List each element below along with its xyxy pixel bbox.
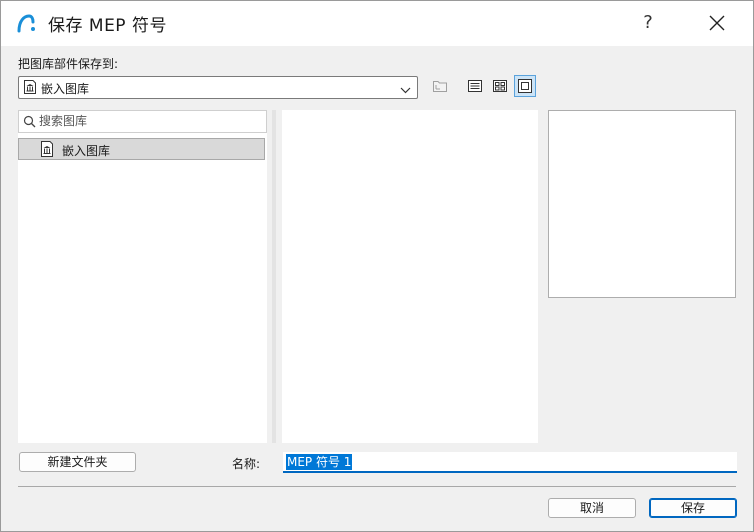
- preview-box: [548, 110, 736, 298]
- search-box[interactable]: [18, 110, 267, 133]
- list-view-icon: [468, 80, 482, 92]
- chevron-down-icon: [400, 83, 411, 97]
- close-button[interactable]: [698, 8, 736, 38]
- name-input[interactable]: MEP 符号 1: [283, 452, 737, 473]
- preview-view-icon: [518, 79, 532, 93]
- cancel-button[interactable]: 取消: [548, 498, 636, 518]
- list-view-button[interactable]: [464, 75, 486, 97]
- new-folder-toolbar-button[interactable]: [429, 75, 451, 97]
- title-bar: 保存 MEP 符号 ?: [1, 1, 753, 46]
- location-value: 嵌入图库: [41, 82, 90, 96]
- name-input-value: MEP 符号 1: [286, 454, 353, 470]
- footer-divider: [18, 486, 736, 487]
- thumbnail-view-button[interactable]: [489, 75, 511, 97]
- name-label: 名称:: [232, 457, 261, 471]
- new-folder-button[interactable]: 新建文件夹: [19, 452, 136, 472]
- close-icon: [709, 15, 725, 31]
- search-input[interactable]: [39, 112, 259, 130]
- library-icon: [40, 141, 54, 160]
- help-button[interactable]: ?: [629, 8, 667, 38]
- library-tree-panel: 嵌入图库: [18, 110, 267, 443]
- new-folder-icon: [433, 81, 447, 92]
- location-dropdown[interactable]: 嵌入图库: [18, 76, 418, 99]
- save-to-label: 把图库部件保存到:: [18, 57, 119, 71]
- window-title: 保存 MEP 符号: [48, 16, 167, 36]
- library-icon: [23, 80, 37, 97]
- tree-item-label: 嵌入图库: [62, 144, 111, 158]
- save-mep-symbol-dialog: 保存 MEP 符号 ? 把图库部件保存到: 嵌入图库 搜索图库 嵌入图库 新建文…: [0, 0, 754, 532]
- app-logo-icon: [15, 12, 37, 34]
- panel-splitter[interactable]: [272, 110, 276, 443]
- save-button[interactable]: 保存: [649, 498, 737, 518]
- library-content-panel[interactable]: [282, 110, 538, 443]
- thumbnail-view-icon: [493, 80, 507, 92]
- tree-item-embedded-library[interactable]: 嵌入图库: [18, 138, 265, 160]
- search-icon: [23, 115, 36, 131]
- preview-view-button[interactable]: [514, 75, 536, 97]
